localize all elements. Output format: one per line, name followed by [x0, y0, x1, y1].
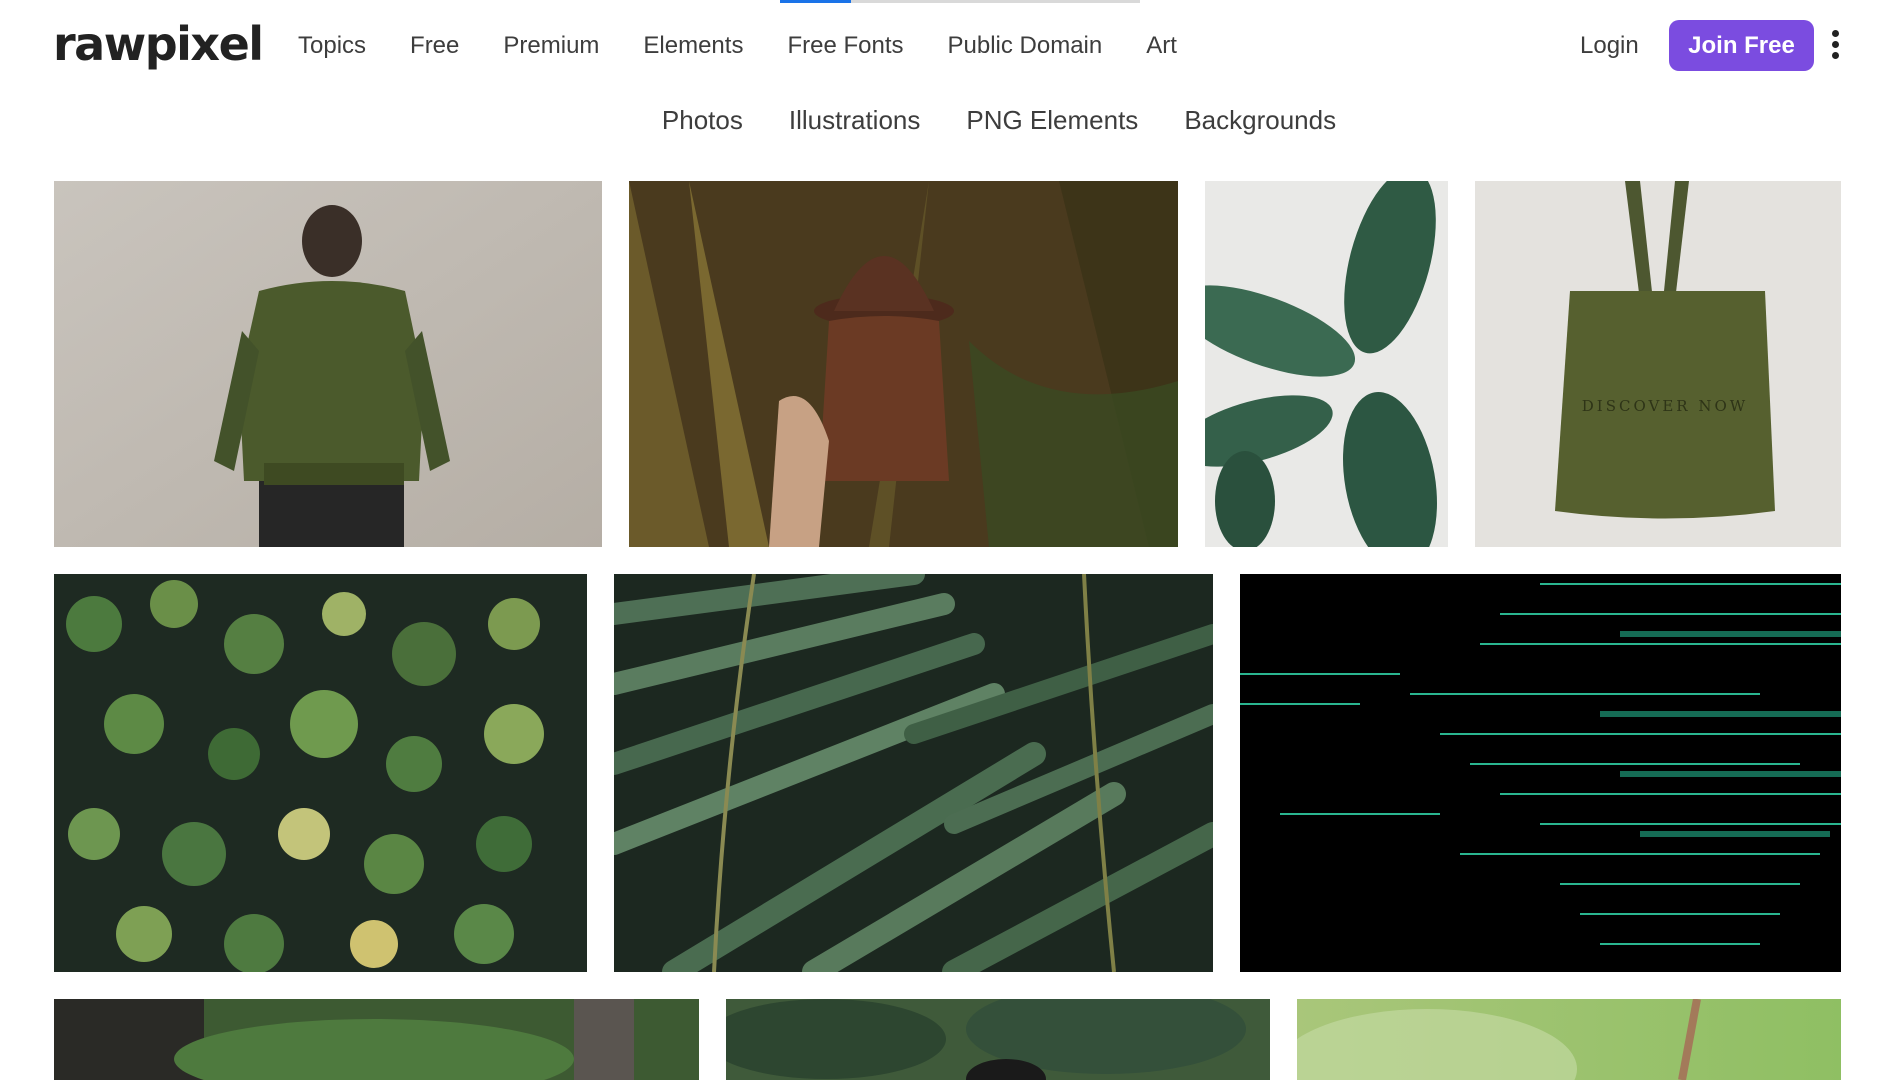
nav-indicator-active: [780, 0, 851, 3]
join-free-button[interactable]: Join Free: [1669, 20, 1814, 71]
kebab-dot: [1831, 30, 1839, 37]
nav-item-art[interactable]: Art: [1146, 26, 1177, 66]
image-tile-green-bomber-jacket[interactable]: [54, 181, 602, 547]
sub-nav-photos[interactable]: Photos: [662, 100, 743, 140]
kebab-dot: [1831, 52, 1839, 59]
sub-nav-backgrounds[interactable]: Backgrounds: [1184, 100, 1336, 140]
kebab-dot: [1831, 41, 1839, 48]
sub-nav-illustrations[interactable]: Illustrations: [789, 100, 921, 140]
photo-light-streaks: [1240, 574, 1841, 972]
login-link[interactable]: Login: [1580, 26, 1639, 66]
nav-item-free[interactable]: Free: [410, 26, 459, 66]
photo-forest: [54, 999, 699, 1080]
photo-lily-pads: [54, 574, 587, 972]
page: rawpixel Topics Free Premium Elements Fr…: [0, 0, 1898, 1080]
photo-dark-leaves: [726, 999, 1270, 1080]
nav-item-premium[interactable]: Premium: [503, 26, 599, 66]
image-tile-lily-pads[interactable]: [54, 574, 587, 972]
image-tile-palm-leaves[interactable]: [614, 574, 1213, 972]
site-header: rawpixel Topics Free Premium Elements Fr…: [0, 0, 1898, 92]
image-tile-woman-in-grass[interactable]: [629, 181, 1178, 547]
tote-bag-text: DISCOVER NOW: [1582, 397, 1748, 415]
photo-jacket: [54, 181, 602, 547]
photo-light-green: [1297, 999, 1841, 1080]
sub-nav: Photos Illustrations PNG Elements Backgr…: [0, 100, 1898, 140]
nav-item-topics[interactable]: Topics: [298, 26, 366, 66]
image-tile-tote-bag[interactable]: DISCOVER NOW: [1475, 181, 1841, 547]
photo-rubber-plant: [1205, 181, 1448, 547]
main-nav: Topics Free Premium Elements Free Fonts …: [298, 26, 1221, 66]
photo-palm-leaves: [614, 574, 1213, 972]
nav-item-free-fonts[interactable]: Free Fonts: [787, 26, 903, 66]
sub-nav-png-elements[interactable]: PNG Elements: [966, 100, 1138, 140]
photo-tote-bag: DISCOVER NOW: [1475, 181, 1841, 547]
image-tile-light-green-blur[interactable]: [1297, 999, 1841, 1080]
nav-indicator-bar: [780, 0, 1140, 3]
image-tile-dark-leaves[interactable]: [726, 999, 1270, 1080]
image-tile-rubber-plant[interactable]: [1205, 181, 1448, 547]
image-tile-forest-trunk[interactable]: [54, 999, 699, 1080]
kebab-menu-icon[interactable]: [1827, 30, 1843, 60]
nav-item-public-domain[interactable]: Public Domain: [948, 26, 1103, 66]
image-tile-green-light-streaks[interactable]: [1240, 574, 1841, 972]
nav-item-elements[interactable]: Elements: [643, 26, 743, 66]
rawpixel-logo[interactable]: rawpixel: [53, 14, 264, 74]
photo-grass-hat: [629, 181, 1178, 547]
